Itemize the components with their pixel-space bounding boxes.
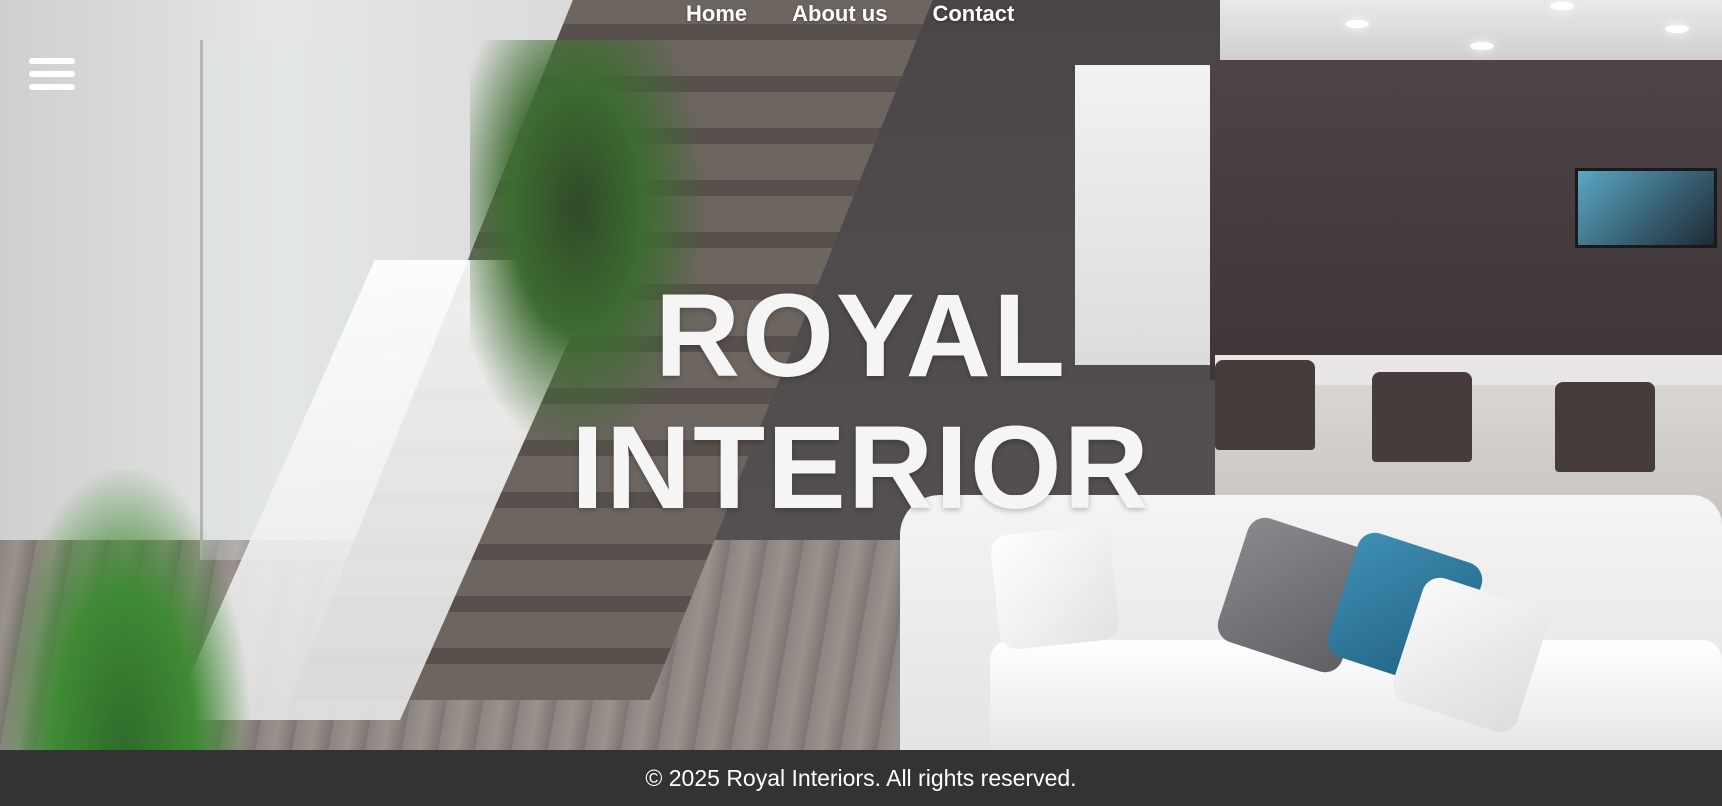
hero-title-line1: ROYAL: [654, 270, 1068, 402]
hamburger-menu-icon[interactable]: [29, 56, 75, 92]
hero-title: ROYAL INTERIOR: [0, 270, 1722, 534]
hero-title-line2: INTERIOR: [571, 402, 1151, 534]
nav-link-contact[interactable]: Contact: [932, 0, 1014, 28]
menu-bar: [29, 71, 75, 77]
pillow: [989, 524, 1121, 651]
nav-link-home[interactable]: Home: [686, 0, 747, 28]
tv: [1575, 168, 1717, 248]
menu-bar: [29, 84, 75, 90]
menu-bar: [29, 58, 75, 64]
footer-copyright: © 2025 Royal Interiors. All rights reser…: [645, 764, 1077, 791]
top-navigation: Home About us Contact: [0, 0, 1722, 30]
nav-links: Home About us Contact: [686, 0, 1014, 28]
nav-link-about[interactable]: About us: [792, 0, 887, 28]
footer: © 2025 Royal Interiors. All rights reser…: [0, 750, 1722, 806]
ceiling-light: [1470, 42, 1494, 50]
